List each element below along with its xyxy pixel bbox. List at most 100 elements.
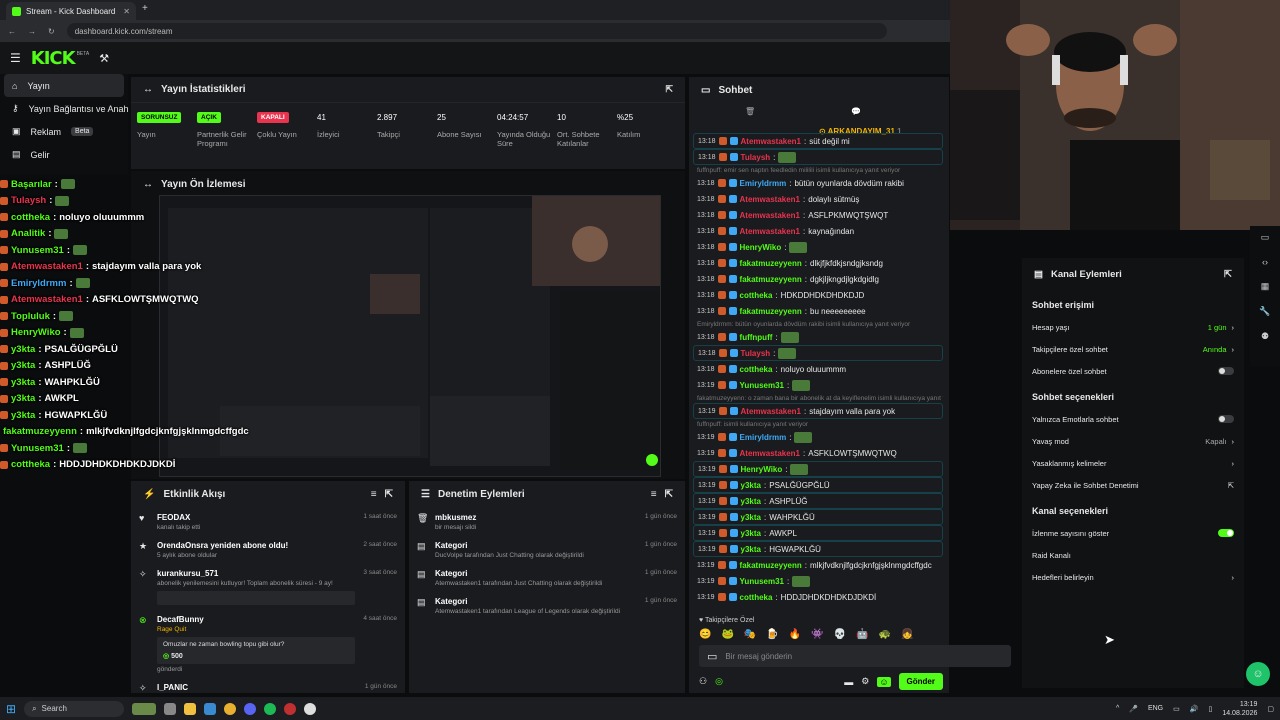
reload-icon[interactable]: ↻ — [48, 27, 55, 36]
chat-message[interactable]: 13:19 y3kta: PSALĞÜGPĞLÜ — [693, 477, 943, 493]
server-icon[interactable]: ▦ — [1261, 281, 1270, 292]
code-icon[interactable]: ‹› — [1262, 257, 1268, 267]
chat-message[interactable]: 13:19 Atemwastaken1: ASFKLOWTŞMWQTWQ — [693, 445, 943, 461]
clock[interactable]: 13:19 14.08.2026 — [1222, 700, 1257, 718]
chat-message[interactable]: 13:19 y3kta: ASHPLÜĞ — [693, 493, 943, 509]
volume-icon[interactable]: 🔊 — [1190, 705, 1199, 713]
setting-row[interactable]: Yapay Zeka ile Sohbet Denetimi ⇱ — [1022, 474, 1244, 496]
wrench-icon[interactable]: 🔧 — [1259, 306, 1270, 317]
chat-message[interactable]: 13:19 Atemwastaken1: stajdayım valla para … — [693, 403, 943, 419]
chrome-icon[interactable] — [224, 702, 237, 715]
people-icon[interactable]: ⚇ — [699, 676, 707, 687]
browser-tab[interactable]: Stream - Kick Dashboard ✕ — [6, 2, 136, 20]
chat-message[interactable]: 13:19 Yunusem31: — [693, 377, 943, 393]
group-icon[interactable]: ⚉ — [1261, 331, 1269, 342]
new-tab-icon[interactable]: + — [142, 3, 148, 14]
emote-icon[interactable]: 🍺 — [766, 629, 778, 643]
network-icon[interactable]: ▭ — [1173, 705, 1180, 713]
chat-message[interactable]: 13:18 Tulaysh: — [693, 345, 943, 361]
mic-icon[interactable]: 🎤 — [1129, 705, 1138, 713]
chat-message[interactable]: 13:19 Emiryldrmm: — [693, 429, 943, 445]
popout-icon[interactable]: ⇱ — [665, 489, 673, 500]
sidebar-item-stream-key[interactable]: ⚷ Yayın Bağlantısı ve Anahtarı — [0, 97, 128, 120]
toggle-switch[interactable] — [1218, 367, 1234, 375]
chat-input[interactable]: ▭ Bir mesaj gönderin — [699, 645, 1011, 667]
emote-icon[interactable]: 🐸 — [721, 629, 733, 643]
setting-row[interactable]: Yasaklanmış kelimeler › — [1022, 452, 1244, 474]
chat-message[interactable]: 13:18 Atemwastaken1: dolaylı sütmüş — [693, 191, 943, 207]
language-indicator[interactable]: ENG — [1148, 705, 1163, 712]
popout-icon[interactable]: ⇱ — [1224, 269, 1232, 280]
notifications-icon[interactable]: ▢ — [1267, 705, 1274, 713]
chat-bubble-icon[interactable]: ▬ — [844, 677, 853, 687]
popout-icon[interactable]: ⇱ — [385, 489, 393, 500]
gear-icon[interactable]: ⚙ — [861, 676, 869, 687]
chat-message[interactable]: 13:19 Yunusem31: — [693, 573, 943, 589]
toggle-switch[interactable] — [1218, 415, 1234, 423]
chat-message[interactable]: 13:19 fakatmuzeyyenn: mlkjfvdknjlfgdcjknfg… — [693, 557, 943, 573]
obs-icon[interactable] — [304, 702, 317, 715]
setting-row[interactable]: Hesap yaşı 1 gün › — [1022, 316, 1244, 338]
bubble-icon[interactable]: 💬 — [851, 107, 861, 116]
chat-message[interactable]: 13:18 Atemwastaken1: kaynağından — [693, 223, 943, 239]
setting-row[interactable]: Yavaş mod Kapalı › — [1022, 430, 1244, 452]
popout-icon[interactable]: ⇱ — [665, 84, 673, 95]
battery-icon[interactable]: ▯ — [1208, 705, 1212, 713]
chat-message[interactable]: 13:19 y3kta: HGWAPKLĞÜ — [693, 541, 943, 557]
kick-emote-button[interactable]: ☺ — [877, 676, 891, 687]
chat-message[interactable]: 13:18 cottheka: HDKDDHDKDHDKDJD — [693, 287, 943, 303]
chat-message[interactable]: 13:18 fakatmuzeyyenn: dlkjfjkfdkjsndgjksnd… — [693, 255, 943, 271]
emote-icon[interactable]: 🤖 — [856, 629, 868, 643]
setting-row[interactable]: Yalnızca Emotlarla sohbet — [1022, 408, 1244, 430]
tray-chevron-icon[interactable]: ^ — [1116, 705, 1119, 712]
spotify-icon[interactable] — [264, 702, 277, 715]
emote-icon[interactable]: 😊 — [699, 629, 711, 643]
toggle-switch[interactable] — [1218, 529, 1234, 537]
chat-message[interactable]: 13:19 HenryWiko: — [693, 461, 943, 477]
sidebar-item-ads[interactable]: ▣ Reklam Beta — [0, 120, 128, 143]
filter-icon[interactable]: ≡ — [371, 489, 377, 500]
kick-coin-icon[interactable]: ◎ — [715, 676, 723, 687]
forward-icon[interactable]: → — [28, 27, 36, 36]
chat-message[interactable]: 13:18 fakatmuzeyyenn: dgkjljkngdjlgkdgidlg — [693, 271, 943, 287]
emote-icon[interactable]: 👾 — [811, 629, 823, 643]
setting-row[interactable]: Hedefleri belirleyin › — [1022, 566, 1244, 588]
taskbar-search[interactable]: ⌕ Search — [24, 700, 125, 717]
chat-message[interactable]: 13:19 y3kta: WAHPKLĞÜ — [693, 509, 943, 525]
emote-icon[interactable]: 👧 — [901, 629, 913, 643]
menu-icon[interactable]: ☰ — [10, 51, 21, 65]
setting-row[interactable]: Abonelere özel sohbet — [1022, 360, 1244, 382]
chat-message[interactable]: 13:18 Tulaysh: — [693, 149, 943, 165]
chat-message[interactable]: 13:18 fakatmuzeyyenn: bu neeeeeeeee — [693, 303, 943, 319]
pin-icon[interactable]: ⚒ — [99, 52, 109, 65]
chat-message[interactable]: 13:18 cottheka: noluyo oluuummm — [693, 361, 943, 377]
close-tab-icon[interactable]: ✕ — [123, 7, 130, 16]
file-explorer-icon[interactable] — [184, 702, 197, 715]
emote-icon[interactable]: 🔥 — [789, 629, 801, 643]
chat-message[interactable]: 13:18 Emiryldrmm: bütün oyunlarda dövdüm r… — [693, 175, 943, 191]
send-button[interactable]: Gönder — [898, 673, 943, 690]
url-field[interactable]: dashboard.kick.com/stream — [66, 23, 887, 39]
setting-row[interactable]: Raid Kanalı — [1022, 544, 1244, 566]
sidebar-item-revenue[interactable]: ▤ Gelir — [0, 143, 128, 166]
chat-message[interactable]: 13:18 Atemwastaken1: ASFLPKMWQTŞWQT — [693, 207, 943, 223]
chat-message[interactable]: 13:18 Atemwastaken1: süt değil mi — [693, 133, 943, 149]
chat-message[interactable]: 13:18 HenryWiko: — [693, 239, 943, 255]
trash-icon[interactable]: 🗑 — [745, 107, 755, 116]
emote-icon[interactable]: 🐢 — [879, 629, 891, 643]
steam-icon[interactable] — [204, 702, 217, 715]
chat-message[interactable]: 13:19 y3kta: AWKPL — [693, 525, 943, 541]
windows-start-icon[interactable]: ⊞ — [6, 702, 16, 716]
support-chat-icon[interactable]: ☺ — [1246, 662, 1270, 686]
chat-message[interactable]: 13:18 fuffnpuff: — [693, 329, 943, 345]
app-icon[interactable] — [284, 702, 297, 715]
chat-panel-icon[interactable]: ▭ — [1261, 232, 1270, 243]
setting-row[interactable]: Takipçilere özel sohbet Anında › — [1022, 338, 1244, 360]
kick-logo[interactable]: KICK — [31, 48, 76, 69]
widget-icon[interactable] — [132, 702, 157, 715]
chat-message[interactable]: 13:19 cottheka: HDDJDHDKDHDKDJDKDİ — [693, 589, 943, 605]
back-icon[interactable]: ← — [8, 27, 16, 36]
filter-icon[interactable]: ≡ — [651, 489, 657, 500]
task-view-icon[interactable] — [164, 702, 177, 715]
setting-row[interactable]: İzlenme sayısını göster — [1022, 522, 1244, 544]
